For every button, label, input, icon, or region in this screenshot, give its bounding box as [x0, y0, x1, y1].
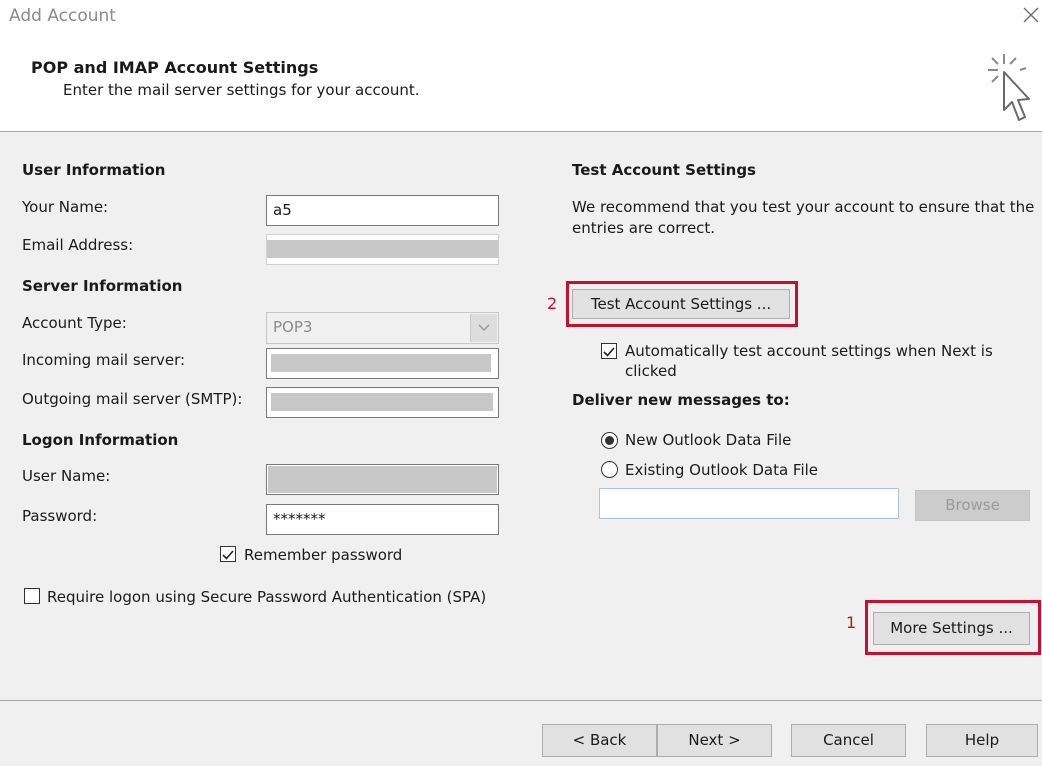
outgoing-server-input[interactable]: [266, 387, 499, 418]
remember-password-label[interactable]: Remember password: [244, 546, 402, 564]
server-info-heading: Server Information: [22, 277, 183, 295]
redacted-incoming: [271, 354, 491, 372]
deliver-heading: Deliver new messages to:: [572, 391, 790, 409]
page-subtitle: Enter the mail server settings for your …: [63, 81, 420, 99]
back-button[interactable]: < Back: [542, 724, 657, 757]
radio-new-data-file[interactable]: [601, 432, 618, 449]
window-title: Add Account: [9, 6, 116, 26]
next-button[interactable]: Next >: [657, 724, 772, 757]
new-data-file-label[interactable]: New Outlook Data File: [625, 431, 791, 449]
incoming-server-input[interactable]: [266, 348, 499, 379]
auto-test-checkbox[interactable]: [601, 343, 617, 359]
remember-password-checkbox[interactable]: [220, 546, 236, 562]
email-label: Email Address:: [22, 236, 134, 254]
existing-data-file-label[interactable]: Existing Outlook Data File: [625, 461, 818, 479]
test-settings-heading: Test Account Settings: [572, 161, 756, 179]
password-value: *******: [273, 510, 326, 528]
username-label: User Name:: [22, 467, 111, 485]
more-settings-button[interactable]: More Settings ...: [873, 612, 1030, 645]
test-settings-description: We recommend that you test your account …: [572, 198, 1035, 237]
cancel-button[interactable]: Cancel: [791, 724, 906, 757]
footer-separator: [0, 700, 1042, 701]
redacted-outgoing: [271, 393, 493, 411]
help-button[interactable]: Help: [926, 724, 1038, 757]
auto-test-label[interactable]: Automatically test account settings when…: [625, 341, 1015, 381]
password-input[interactable]: *******: [266, 504, 499, 535]
redacted-email: [267, 240, 498, 258]
your-name-input[interactable]: a5: [266, 195, 499, 226]
callout-number-2: 2: [547, 294, 558, 313]
page-title: POP and IMAP Account Settings: [31, 58, 319, 77]
outgoing-server-label: Outgoing mail server (SMTP):: [22, 390, 243, 408]
email-input[interactable]: [266, 234, 499, 265]
redacted-username: [268, 466, 497, 493]
your-name-label: Your Name:: [22, 198, 109, 216]
test-account-settings-button[interactable]: Test Account Settings ...: [572, 289, 790, 319]
callout-number-1: 1: [846, 613, 857, 632]
chevron-down-icon: [478, 324, 490, 332]
browse-button[interactable]: Browse: [915, 490, 1030, 521]
account-type-value: POP3: [273, 318, 313, 336]
password-label: Password:: [22, 507, 98, 525]
radio-existing-data-file[interactable]: [601, 461, 618, 478]
cursor-click-icon: [988, 54, 1030, 121]
checkmark-icon: [222, 550, 234, 560]
title-bar: [0, 0, 1042, 34]
incoming-server-label: Incoming mail server:: [22, 351, 186, 369]
logon-info-heading: Logon Information: [22, 431, 179, 449]
spa-checkbox[interactable]: [24, 588, 40, 604]
account-type-select[interactable]: POP3: [266, 312, 499, 344]
username-input[interactable]: [266, 464, 499, 495]
data-file-path-input[interactable]: [599, 488, 899, 519]
spa-label[interactable]: Require logon using Secure Password Auth…: [47, 587, 487, 607]
checkmark-icon: [603, 347, 615, 357]
dropdown-button[interactable]: [470, 314, 497, 342]
close-icon[interactable]: [1022, 6, 1040, 24]
your-name-value: a5: [273, 201, 292, 219]
user-info-heading: User Information: [22, 161, 166, 179]
account-type-label: Account Type:: [22, 314, 127, 332]
